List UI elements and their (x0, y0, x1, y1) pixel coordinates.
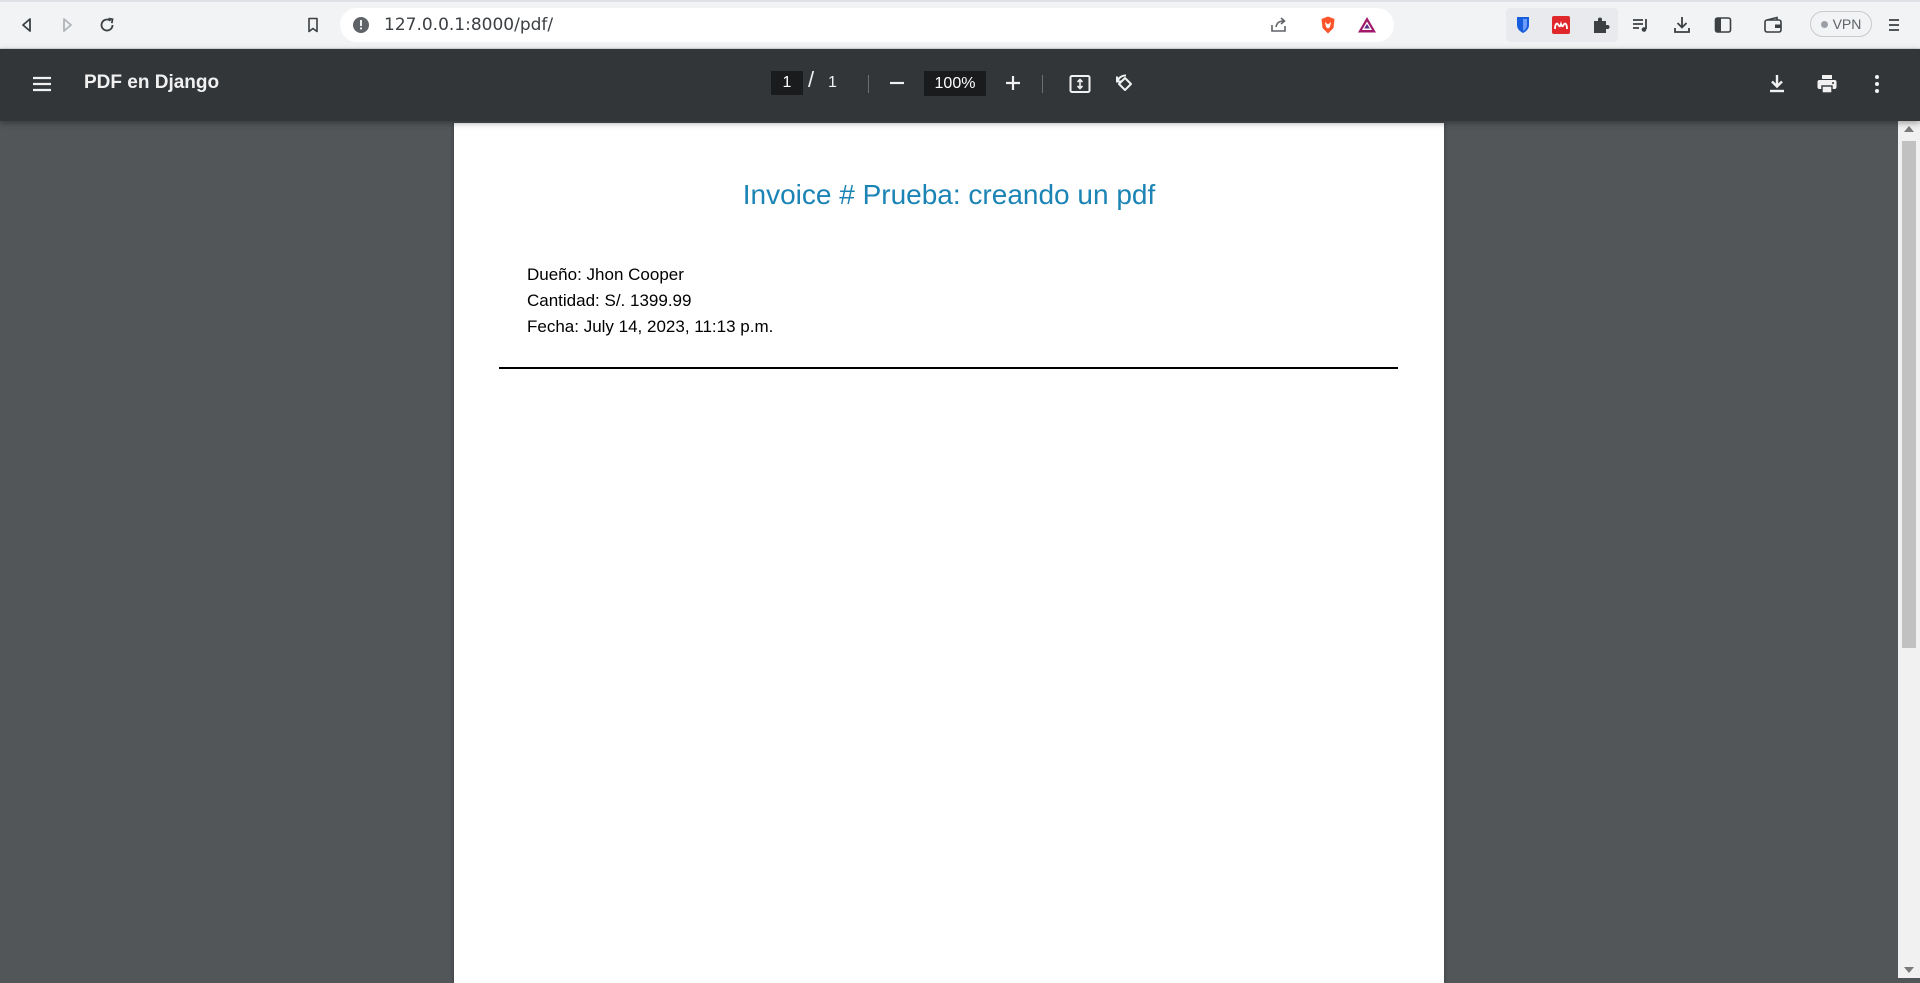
bitwarden-extension-icon[interactable] (1511, 13, 1535, 37)
back-button[interactable] (13, 11, 41, 39)
document-title: PDF en Django (84, 72, 220, 93)
pdf-viewer-toolbar: PDF en Django 1 / 1 100% (0, 49, 1920, 121)
fit-to-page-button[interactable] (1066, 70, 1094, 98)
page-total: 1 (828, 74, 837, 91)
mendeley-extension-icon[interactable] (1549, 13, 1573, 37)
date-field: Fecha: July 14, 2023, 11:13 p.m. (527, 317, 774, 336)
rotate-counterclockwise-icon (1116, 74, 1132, 91)
scroll-down-arrow[interactable] (1904, 967, 1914, 973)
owner-field: Dueño: Jhon Cooper (527, 265, 684, 284)
plus-icon (1006, 76, 1020, 90)
browser-menu-icon[interactable] (1882, 13, 1906, 37)
reload-button[interactable] (93, 11, 121, 39)
vpn-label: VPN (1832, 16, 1862, 32)
tabstrip-edge (0, 0, 1920, 2)
zoom-level-input[interactable]: 100% (924, 71, 986, 96)
vpn-status-dot (1820, 20, 1828, 28)
bookmark-icon (308, 17, 318, 33)
download-button[interactable] (1763, 70, 1791, 98)
share-icon[interactable] (1269, 15, 1289, 35)
download-icon (1770, 75, 1784, 93)
zoom-in-button[interactable] (999, 69, 1027, 97)
printer-icon (1817, 75, 1837, 94)
media-queue-icon[interactable] (1629, 13, 1653, 37)
browser-toolbar: 127.0.0.1:8000/pdf/ VPN (0, 0, 1920, 49)
brave-shields-icon[interactable] (1318, 15, 1338, 35)
rotate-button[interactable] (1111, 70, 1139, 98)
invoice-title: Invoice # Prueba: creando un pdf (742, 179, 1156, 210)
amount-field: Cantidad: S/. 1399.99 (527, 291, 692, 310)
brave-rewards-icon[interactable] (1357, 15, 1377, 35)
vertical-scrollbar[interactable] (1898, 121, 1920, 978)
hamburger-menu-icon (33, 76, 51, 92)
forward-button[interactable] (53, 11, 81, 39)
scroll-up-arrow[interactable] (1904, 126, 1914, 132)
address-bar[interactable]: 127.0.0.1:8000/pdf/ (340, 8, 1394, 42)
print-button[interactable] (1813, 70, 1841, 98)
toolbar-divider (868, 75, 869, 93)
vpn-button[interactable]: VPN (1810, 11, 1872, 37)
sidebar-icon[interactable] (1711, 13, 1735, 37)
site-info-icon[interactable] (352, 16, 370, 34)
more-vertical-icon (1875, 75, 1879, 93)
wallet-icon[interactable] (1761, 13, 1785, 37)
toolbar-divider (1042, 75, 1043, 93)
forward-arrow-icon (63, 18, 72, 32)
minus-icon (890, 81, 904, 85)
sidenav-menu-button[interactable] (28, 70, 56, 98)
downloads-icon[interactable] (1670, 13, 1694, 37)
url-text[interactable]: 127.0.0.1:8000/pdf/ (384, 8, 553, 42)
more-actions-button[interactable] (1863, 70, 1891, 98)
zoom-out-button[interactable] (883, 69, 911, 97)
horizontal-rule (499, 367, 1398, 369)
pdf-document-area: Invoice # Prueba: creando un pdf Dueño: … (0, 121, 1898, 983)
back-arrow-icon (22, 18, 31, 32)
pdf-page: Invoice # Prueba: creando un pdf Dueño: … (454, 123, 1444, 983)
page-separator: / (808, 67, 815, 92)
reload-icon (100, 17, 114, 32)
scrollbar-thumb[interactable] (1902, 141, 1916, 648)
bookmark-button[interactable] (299, 11, 327, 39)
extensions-puzzle-icon[interactable] (1589, 13, 1613, 37)
fit-page-icon (1069, 75, 1091, 93)
page-number-input[interactable]: 1 (771, 71, 803, 95)
